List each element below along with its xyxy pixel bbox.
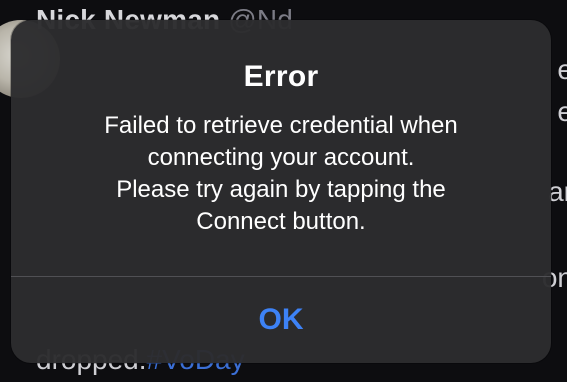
error-alert-dialog: Error Failed to retrieve credential when… bbox=[11, 20, 551, 363]
ok-button[interactable]: OK bbox=[11, 277, 551, 363]
alert-message: Failed to retrieve credential when conne… bbox=[47, 110, 515, 238]
alert-message-line: Connect button. bbox=[196, 208, 366, 235]
tweet-text-fragment: e bbox=[557, 96, 567, 127]
alert-message-line: Failed to retrieve credential when bbox=[104, 112, 458, 139]
tweet-text-fragment: e bbox=[557, 54, 567, 85]
alert-message-line: connecting your account. bbox=[147, 144, 415, 171]
alert-message-line: Please try again by tapping the bbox=[116, 176, 446, 203]
alert-content: Error Failed to retrieve credential when… bbox=[11, 20, 551, 276]
alert-title: Error bbox=[243, 60, 319, 93]
